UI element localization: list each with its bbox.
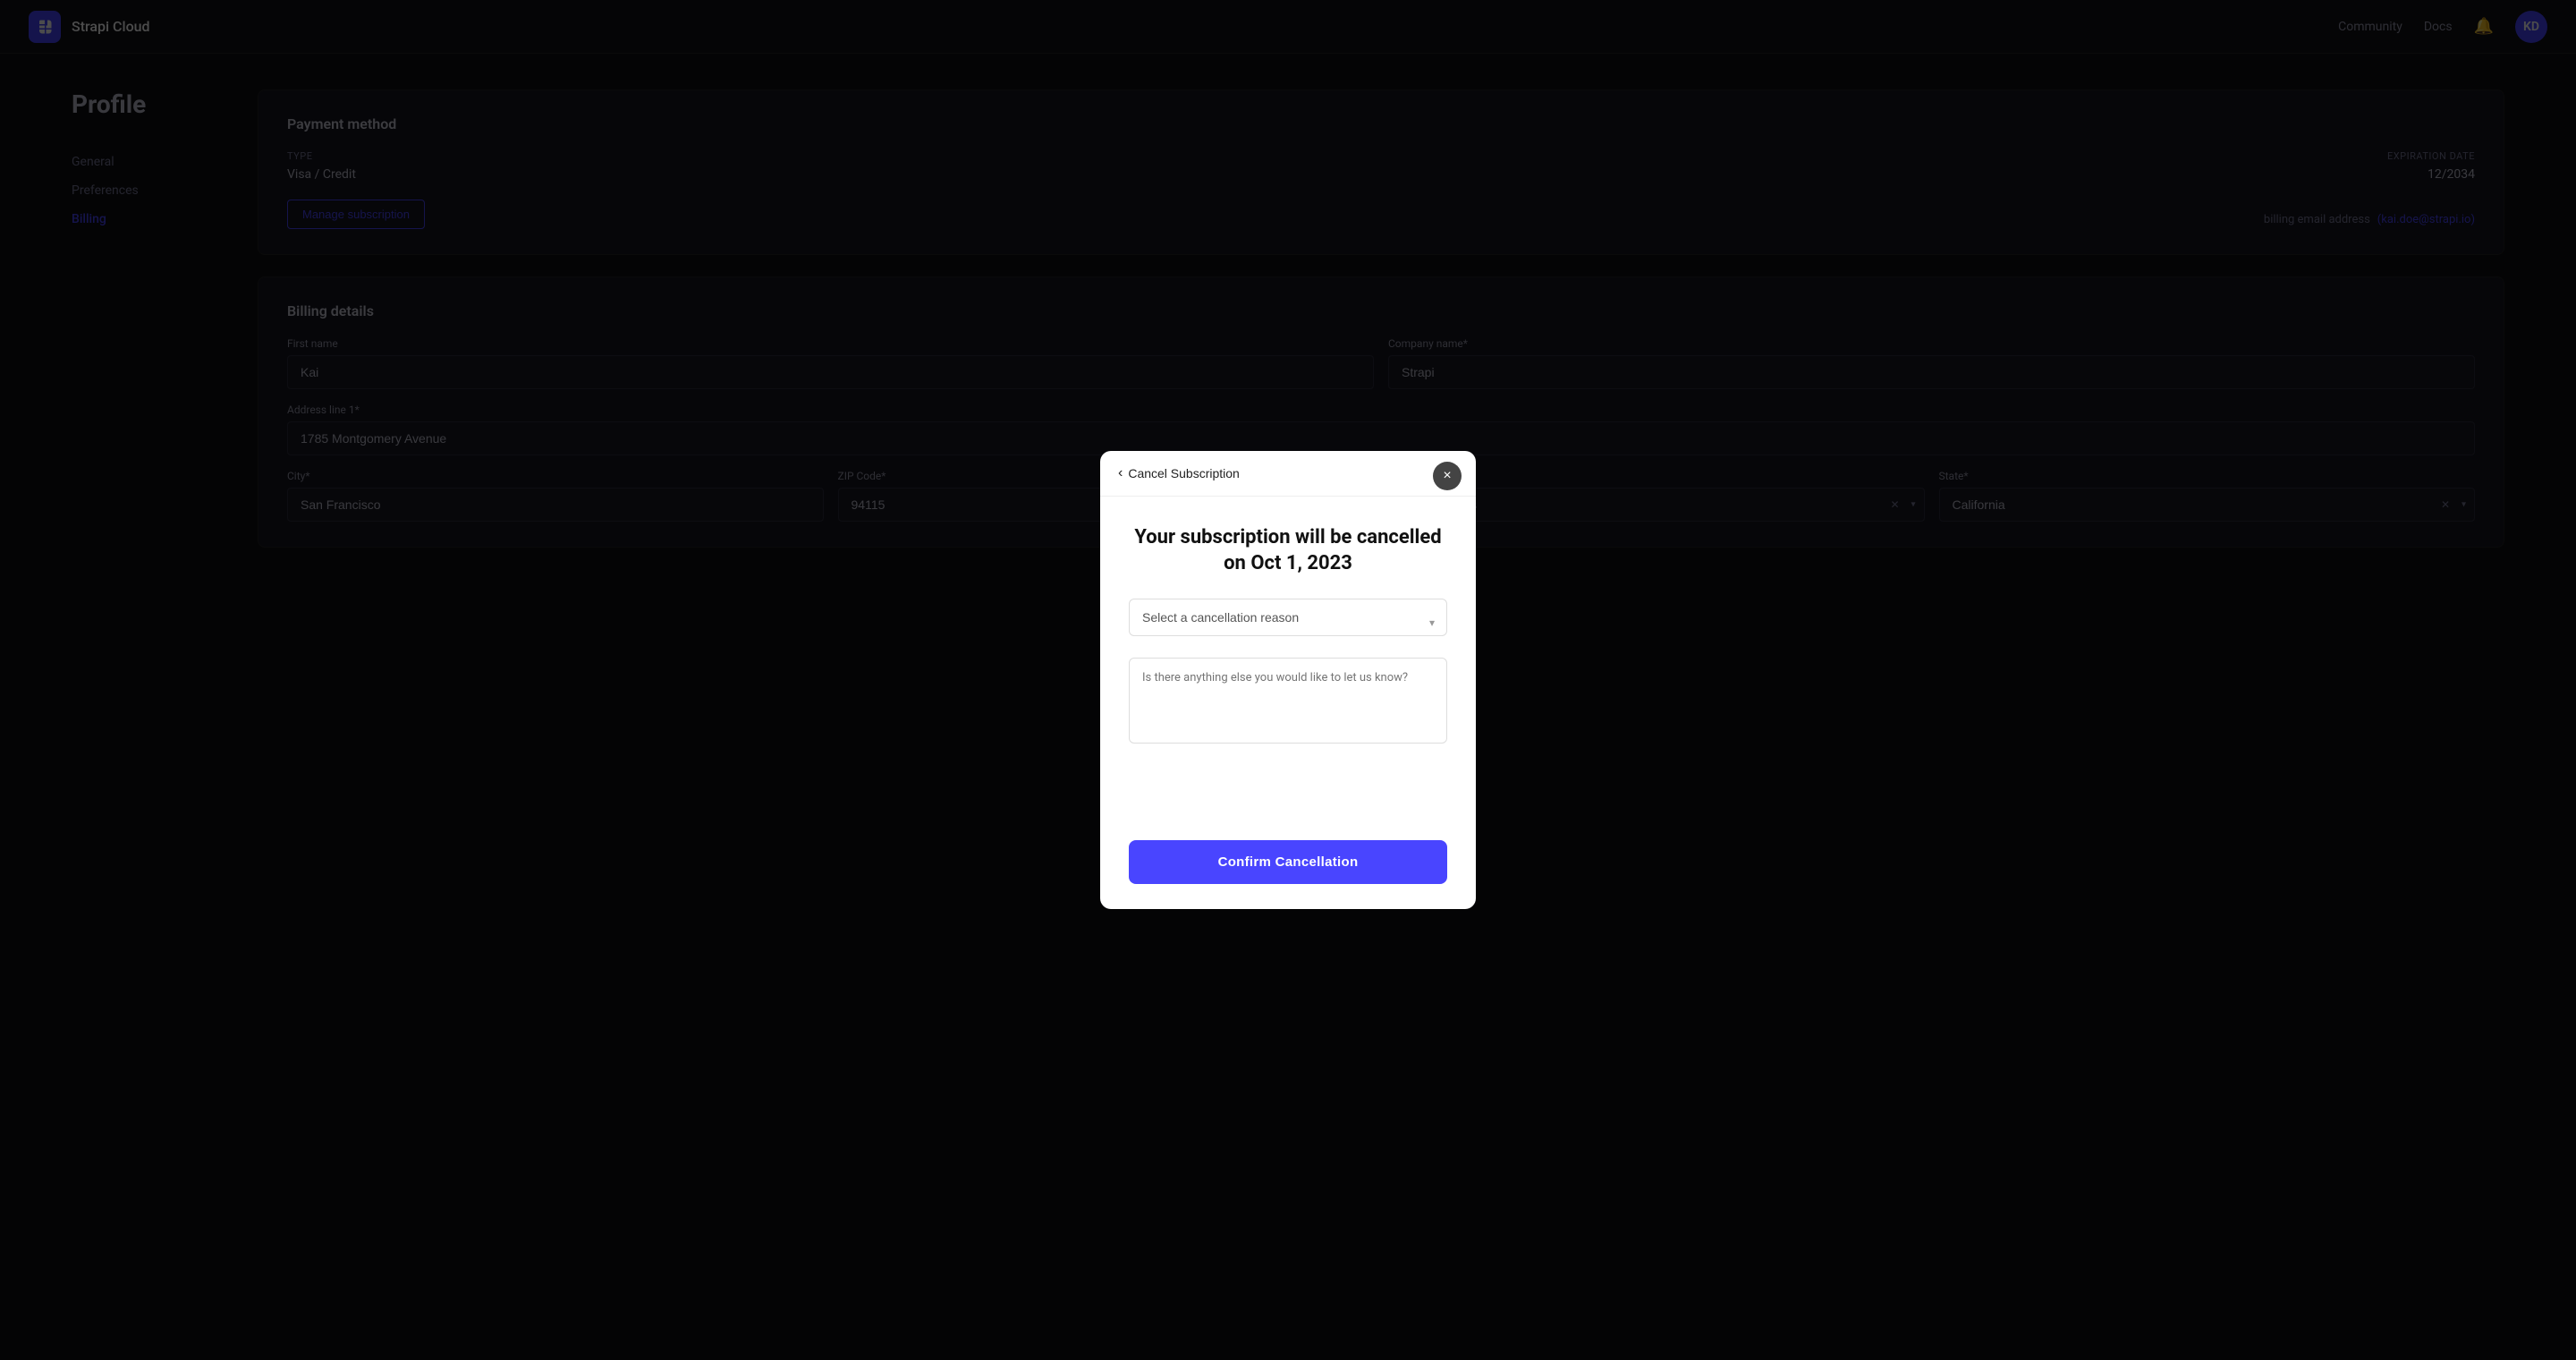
modal-body: Your subscription will be cancelled on O…: [1100, 497, 1476, 839]
modal-close-button[interactable]: ×: [1433, 462, 1462, 490]
cancellation-reason-wrapper: Select a cancellation reason Too expensi…: [1129, 599, 1447, 647]
modal-title: Your subscription will be cancelled on O…: [1129, 525, 1447, 576]
cancellation-reason-select[interactable]: Select a cancellation reason Too expensi…: [1129, 599, 1447, 636]
cancel-subscription-modal: ‹ Cancel Subscription × Your subscriptio…: [1100, 451, 1476, 908]
modal-overlay[interactable]: ‹ Cancel Subscription × Your subscriptio…: [0, 0, 2576, 1360]
modal-footer: Confirm Cancellation: [1100, 840, 1476, 909]
modal-header: ‹ Cancel Subscription ×: [1100, 451, 1476, 497]
modal-back-button[interactable]: ‹ Cancel Subscription: [1118, 465, 1240, 481]
additional-feedback-textarea[interactable]: [1129, 658, 1447, 744]
confirm-cancellation-button[interactable]: Confirm Cancellation: [1129, 840, 1447, 884]
back-chevron-icon: ‹: [1118, 465, 1123, 481]
modal-back-label: Cancel Subscription: [1128, 466, 1240, 480]
